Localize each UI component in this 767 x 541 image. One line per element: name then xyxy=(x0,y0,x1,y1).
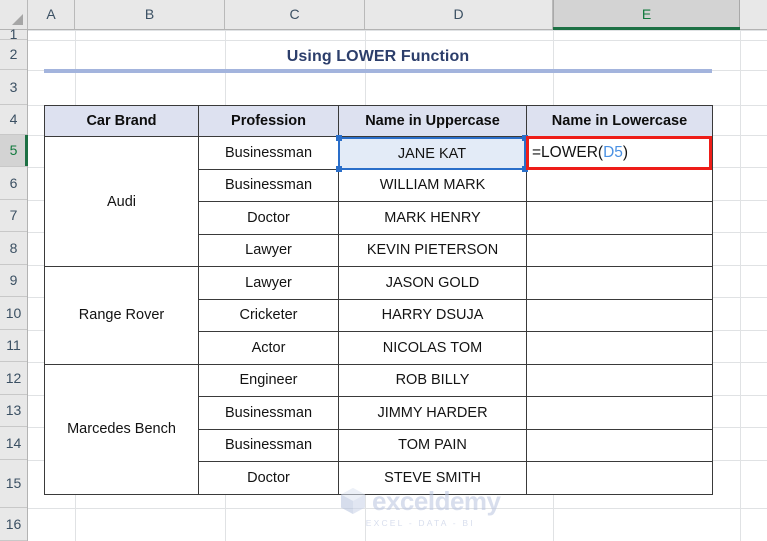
cell-name-lowercase[interactable] xyxy=(526,201,713,235)
cell-profession[interactable]: Businessman xyxy=(198,396,339,430)
table-header-row: Car Brand Profession Name in Uppercase N… xyxy=(44,105,713,137)
row-header-3[interactable]: 3 xyxy=(0,70,27,105)
row-header-15[interactable]: 15 xyxy=(0,460,27,508)
cell-name-uppercase[interactable]: HARRY DSUJA xyxy=(338,298,527,332)
column-header-name-uppercase: Name in Uppercase xyxy=(338,105,527,137)
column-header-band: ABCDE xyxy=(0,0,767,30)
row-header-8[interactable]: 8 xyxy=(0,232,27,265)
cell-name-lowercase[interactable] xyxy=(526,266,713,300)
grid-vertical-line xyxy=(740,30,741,541)
cell-profession[interactable]: Lawyer xyxy=(198,266,339,300)
cell-name-uppercase[interactable]: NICOLAS TOM xyxy=(338,331,527,365)
cell-name-uppercase[interactable]: TOM PAIN xyxy=(338,428,527,462)
column-header-a[interactable]: A xyxy=(28,0,75,29)
cell-profession[interactable]: Doctor xyxy=(198,461,339,495)
cell-car-brand[interactable]: Audi xyxy=(44,136,199,267)
spreadsheet-canvas: ABCDE 1 2 3 4 5 6 7 8 9 10 11 12 13 14 15 16 Using LOWE… xyxy=(0,0,767,541)
cell-profession[interactable]: Businessman xyxy=(198,136,339,170)
select-all-triangle-icon xyxy=(12,14,23,25)
column-header-name-lowercase: Name in Lowercase xyxy=(526,105,713,137)
selection-handle-bottom-left[interactable] xyxy=(336,166,342,172)
cell-name-lowercase[interactable] xyxy=(526,363,713,397)
select-all-corner[interactable] xyxy=(0,0,28,29)
table-body: AudiBusinessmanJANE KATBusinessmanWILLIA… xyxy=(44,136,713,495)
cell-profession[interactable]: Lawyer xyxy=(198,233,339,267)
row-header-2[interactable]: 2 xyxy=(0,40,27,70)
cell-name-uppercase[interactable]: STEVE SMITH xyxy=(338,461,527,495)
active-cell-e5-formula-editor[interactable]: =LOWER(D5) xyxy=(526,136,712,170)
cell-name-uppercase[interactable]: KEVIN PIETERSON xyxy=(338,233,527,267)
cell-car-brand[interactable]: Range Rover xyxy=(44,266,199,365)
cell-name-uppercase[interactable]: JASON GOLD xyxy=(338,266,527,300)
cell-profession[interactable]: Doctor xyxy=(198,201,339,235)
cell-profession[interactable]: Engineer xyxy=(198,363,339,397)
grid-horizontal-line xyxy=(28,508,767,509)
column-header-car-brand: Car Brand xyxy=(44,105,199,137)
row-header-11[interactable]: 11 xyxy=(0,330,27,362)
formula-text: =LOWER(D5) xyxy=(532,144,629,162)
row-header-band: 1 2 3 4 5 6 7 8 9 10 11 12 13 14 15 16 xyxy=(0,27,28,541)
referenced-cell-d5[interactable]: JANE KAT xyxy=(336,135,528,172)
column-header-e[interactable]: E xyxy=(553,0,740,30)
referenced-cell-value: JANE KAT xyxy=(397,145,467,162)
cell-name-lowercase[interactable] xyxy=(526,233,713,267)
row-header-4[interactable]: 4 xyxy=(0,105,27,135)
table-row: Marcedes Bench Engineer ROB BILLY xyxy=(44,363,713,495)
row-header-7[interactable]: 7 xyxy=(0,200,27,232)
cell-name-uppercase[interactable]: ROB BILLY xyxy=(338,363,527,397)
cell-car-brand[interactable]: Marcedes Bench xyxy=(44,363,199,495)
cell-name-lowercase[interactable] xyxy=(526,168,713,202)
row-header-9[interactable]: 9 xyxy=(0,265,27,297)
selection-handle-top-left[interactable] xyxy=(336,135,342,141)
cell-name-lowercase[interactable] xyxy=(526,331,713,365)
row-header-12[interactable]: 12 xyxy=(0,362,27,395)
column-header-b[interactable]: B xyxy=(75,0,225,29)
column-header-c[interactable]: C xyxy=(225,0,365,29)
cell-profession[interactable]: Businessman xyxy=(198,168,339,202)
cell-name-uppercase[interactable]: MARK HENRY xyxy=(338,201,527,235)
row-header-5[interactable]: 5 xyxy=(0,135,28,167)
page-title: Using LOWER Function xyxy=(286,48,470,65)
cell-name-lowercase[interactable] xyxy=(526,298,713,332)
cell-name-uppercase[interactable]: JIMMY HARDER xyxy=(338,396,527,430)
row-header-13[interactable]: 13 xyxy=(0,395,27,427)
cell-name-lowercase[interactable] xyxy=(526,428,713,462)
column-header-profession: Profession xyxy=(198,105,339,137)
title-underline-rule xyxy=(44,69,712,73)
cell-profession[interactable]: Actor xyxy=(198,331,339,365)
cell-profession[interactable]: Cricketer xyxy=(198,298,339,332)
grid-horizontal-line xyxy=(28,30,767,31)
row-header-6[interactable]: 6 xyxy=(0,167,27,200)
cell-name-lowercase[interactable] xyxy=(526,461,713,495)
row-header-16[interactable]: 16 xyxy=(0,508,27,541)
row-header-14[interactable]: 14 xyxy=(0,427,27,460)
row-header-1[interactable]: 1 xyxy=(0,27,27,41)
table-row: Range Rover Lawyer JASON GOLD xyxy=(44,266,713,365)
formula-cell-reference: D5 xyxy=(603,144,623,162)
row-header-10[interactable]: 10 xyxy=(0,297,27,330)
column-header-d[interactable]: D xyxy=(365,0,553,29)
cell-name-lowercase[interactable] xyxy=(526,396,713,430)
cell-profession[interactable]: Businessman xyxy=(198,428,339,462)
cell-name-uppercase[interactable]: WILLIAM MARK xyxy=(338,168,527,202)
